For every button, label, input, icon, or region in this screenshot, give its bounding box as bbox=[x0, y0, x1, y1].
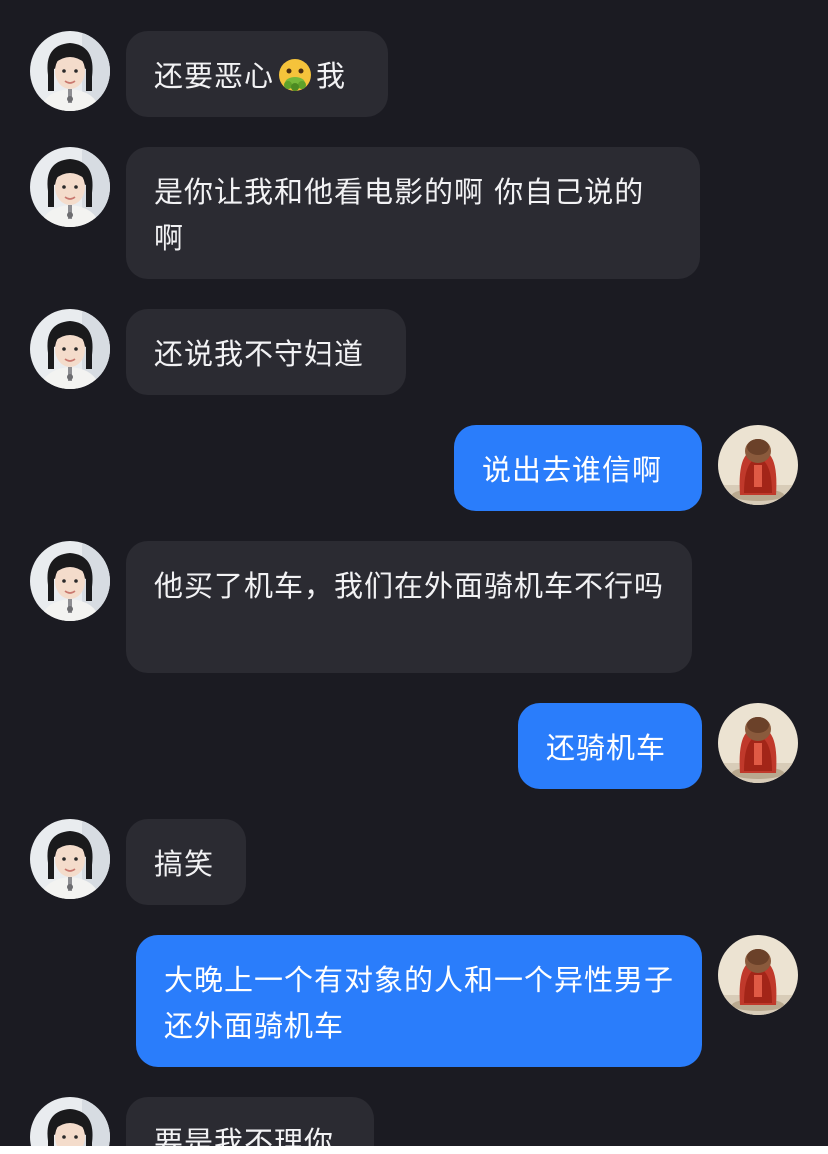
red-robed-figurine-avatar-icon bbox=[718, 703, 798, 783]
message-text: 我 bbox=[316, 59, 347, 93]
message-text: 搞笑 bbox=[154, 847, 215, 881]
message-bubble[interactable]: 还说我不守妇道 bbox=[126, 309, 406, 395]
contact-avatar[interactable] bbox=[30, 147, 110, 227]
woman-portrait-avatar-icon bbox=[30, 309, 110, 389]
woman-portrait-avatar-icon bbox=[30, 819, 110, 899]
message-bubble[interactable]: 大晚上一个有对象的人和一个异性男子还外面骑机车 bbox=[136, 935, 702, 1067]
message-text: 说出去谁信啊 bbox=[482, 453, 663, 487]
chat-scroll-area[interactable]: 还要恶心我 是你让我和他看电影的啊 你自己说的啊 还说我不守妇道 说出去谁信啊 … bbox=[0, 0, 828, 1146]
message-text: 是你让我和他看电影的啊 你自己说的啊 bbox=[154, 175, 645, 255]
contact-avatar[interactable] bbox=[30, 1097, 110, 1146]
message-text: 还骑机车 bbox=[546, 731, 667, 765]
nauseated-face-emoji-icon bbox=[278, 58, 312, 92]
message-text: 他买了机车，我们在外面骑机车不行吗 bbox=[154, 569, 665, 603]
message-text: 大晚上一个有对象的人和一个异性男子还外面骑机车 bbox=[164, 963, 675, 1043]
bottom-edge-strip bbox=[0, 1146, 828, 1154]
message-text: 还说我不守妇道 bbox=[154, 337, 365, 371]
message-bubble[interactable]: 还骑机车 bbox=[518, 703, 702, 789]
red-robed-figurine-avatar-icon bbox=[718, 425, 798, 505]
self-avatar[interactable] bbox=[718, 935, 798, 1015]
contact-avatar[interactable] bbox=[30, 541, 110, 621]
message-text: 要是我不理你 bbox=[154, 1125, 335, 1146]
message-text: 还要恶心 bbox=[154, 59, 275, 93]
contact-avatar[interactable] bbox=[30, 31, 110, 111]
woman-portrait-avatar-icon bbox=[30, 541, 110, 621]
woman-portrait-avatar-icon bbox=[30, 1097, 110, 1146]
self-avatar[interactable] bbox=[718, 425, 798, 505]
contact-avatar[interactable] bbox=[30, 309, 110, 389]
message-bubble[interactable]: 要是我不理你 bbox=[126, 1097, 374, 1146]
message-bubble[interactable]: 还要恶心 我 bbox=[126, 31, 388, 117]
message-bubble[interactable]: 搞笑 bbox=[126, 819, 246, 905]
message-bubble[interactable]: 是你让我和他看电影的啊 你自己说的啊 bbox=[126, 147, 700, 279]
red-robed-figurine-avatar-icon bbox=[718, 935, 798, 1015]
message-bubble[interactable]: 他买了机车，我们在外面骑机车不行吗 bbox=[126, 541, 692, 673]
woman-portrait-avatar-icon bbox=[30, 147, 110, 227]
self-avatar[interactable] bbox=[718, 703, 798, 783]
contact-avatar[interactable] bbox=[30, 819, 110, 899]
woman-portrait-avatar-icon bbox=[30, 31, 110, 111]
message-bubble[interactable]: 说出去谁信啊 bbox=[454, 425, 702, 511]
